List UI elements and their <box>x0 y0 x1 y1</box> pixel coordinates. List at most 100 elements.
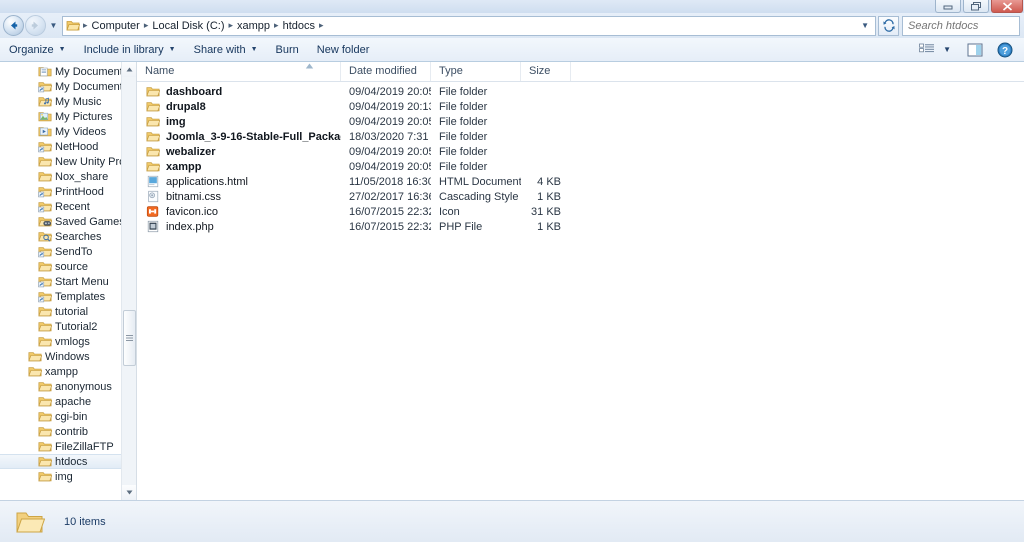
column-header-spacer[interactable] <box>571 62 601 81</box>
tree-item-start-menu[interactable]: Start Menu <box>0 274 136 289</box>
tree-item-xampp[interactable]: xampp <box>0 364 136 379</box>
tree-item-filezillaftp[interactable]: FileZillaFTP <box>0 439 136 454</box>
change-view-button[interactable] <box>916 40 938 60</box>
table-row[interactable]: index.php 16/07/2015 22:32 PHP File 1 KB <box>137 219 1024 234</box>
shortcut-folder-icon-wrap <box>38 185 52 198</box>
file-name-cell[interactable]: webalizer <box>137 145 341 158</box>
preview-pane-button[interactable] <box>964 40 986 60</box>
tree-item-label: htdocs <box>55 455 88 468</box>
folder-icon-wrap <box>38 455 52 468</box>
file-name-cell[interactable]: index.php <box>137 220 341 233</box>
tree-item-new-unity-projec[interactable]: New Unity Projec <box>0 154 136 169</box>
address-dropdown-button[interactable]: ▼ <box>855 21 875 30</box>
breadcrumb-item-xampp[interactable]: xampp <box>234 20 273 32</box>
tree-item-label: Searches <box>55 230 102 243</box>
file-name-cell[interactable]: img <box>137 115 341 128</box>
file-name-cell[interactable]: drupal8 <box>137 100 341 113</box>
column-header-type[interactable]: Type <box>431 62 521 81</box>
restore-button[interactable] <box>963 0 989 13</box>
folder-tree[interactable]: My Documents My Documents My Music My Pictu… <box>0 62 136 484</box>
file-name-cell[interactable]: Joomla_3-9-16-Stable-Full_Package <box>137 130 341 143</box>
file-name-cell[interactable]: bitnami.css <box>137 190 341 203</box>
shortcut-folder-icon-wrap <box>38 275 52 288</box>
tree-item-tutorial2[interactable]: Tutorial2 <box>0 319 136 334</box>
tree-item-saved-games[interactable]: Saved Games <box>0 214 136 229</box>
file-rows[interactable]: dashboard 09/04/2019 20:05 File folder drup… <box>137 82 1024 234</box>
folder-icon <box>146 132 160 142</box>
tree-item-label: Recent <box>55 200 90 213</box>
navigation-buttons: ▼ <box>3 15 60 36</box>
column-header-size[interactable]: Size <box>521 62 571 81</box>
search-box[interactable] <box>902 15 1024 36</box>
file-name-cell[interactable]: dashboard <box>137 85 341 98</box>
tree-item-templates[interactable]: Templates <box>0 289 136 304</box>
table-row[interactable]: xampp 09/04/2019 20:05 File folder <box>137 159 1024 174</box>
breadcrumb-item-local-disk[interactable]: Local Disk (C:) <box>149 20 227 32</box>
tree-item-source[interactable]: source <box>0 259 136 274</box>
file-name-cell[interactable]: applications.html <box>137 175 341 188</box>
share-with-button[interactable]: Share with ▼ <box>185 39 267 61</box>
tree-item-label: Start Menu <box>55 275 109 288</box>
tree-item-apache[interactable]: apache <box>0 394 136 409</box>
tree-item-label: Saved Games <box>55 215 125 228</box>
tree-item-printhood[interactable]: PrintHood <box>0 184 136 199</box>
tree-item-nox-share[interactable]: Nox_share <box>0 169 136 184</box>
tree-item-htdocs[interactable]: htdocs <box>0 454 136 469</box>
back-button[interactable] <box>3 15 24 36</box>
breadcrumb-item-computer[interactable]: Computer <box>89 20 143 32</box>
tree-item-my-documents[interactable]: My Documents <box>0 79 136 94</box>
tree-item-my-videos[interactable]: My Videos <box>0 124 136 139</box>
breadcrumb-item-htdocs[interactable]: htdocs <box>280 20 318 32</box>
navigation-pane-scrollbar[interactable] <box>121 62 136 500</box>
tree-item-my-music[interactable]: My Music <box>0 94 136 109</box>
refresh-button[interactable] <box>878 15 899 36</box>
table-row[interactable]: webalizer 09/04/2019 20:05 File folder <box>137 144 1024 159</box>
tree-item-nethood[interactable]: NetHood <box>0 139 136 154</box>
new-folder-button[interactable]: New folder <box>308 39 379 61</box>
table-row[interactable]: dashboard 09/04/2019 20:05 File folder <box>137 84 1024 99</box>
table-row[interactable]: drupal8 09/04/2019 20:13 File folder <box>137 99 1024 114</box>
search-input[interactable] <box>903 18 1024 33</box>
tree-item-cgi-bin[interactable]: cgi-bin <box>0 409 136 424</box>
view-dropdown-button[interactable]: ▼ <box>940 40 954 60</box>
tree-item-anonymous[interactable]: anonymous <box>0 379 136 394</box>
organize-label: Organize <box>9 43 54 56</box>
table-row[interactable]: applications.html 11/05/2018 16:30 HTML Do… <box>137 174 1024 189</box>
breadcrumb-separator[interactable]: ▸ <box>318 20 325 31</box>
forward-button[interactable] <box>25 15 46 36</box>
tree-item-searches[interactable]: Searches <box>0 229 136 244</box>
tree-item-windows[interactable]: Windows <box>0 349 136 364</box>
help-button[interactable]: ? <box>994 40 1016 60</box>
table-row[interactable]: favicon.ico 16/07/2015 22:32 Icon 31 KB <box>137 204 1024 219</box>
tree-item-my-documents[interactable]: My Documents <box>0 64 136 79</box>
tree-item-sendto[interactable]: SendTo <box>0 244 136 259</box>
scroll-up-button[interactable] <box>122 62 136 77</box>
tree-item-img[interactable]: img <box>0 469 136 484</box>
videos-folder-icon <box>38 127 52 137</box>
tree-item-contrib[interactable]: contrib <box>0 424 136 439</box>
folder-icon-wrap <box>28 365 42 378</box>
organize-button[interactable]: Organize ▼ <box>0 39 75 61</box>
file-name-cell[interactable]: favicon.ico <box>137 205 341 218</box>
scrollbar-thumb[interactable] <box>123 310 136 366</box>
table-row[interactable]: img 09/04/2019 20:05 File folder <box>137 114 1024 129</box>
table-row[interactable]: bitnami.css 27/02/2017 16:36 Cascading Sty… <box>137 189 1024 204</box>
column-header-name[interactable]: Name <box>137 62 341 81</box>
breadcrumb-bar[interactable]: ▸ Computer ▸ Local Disk (C:) ▸ xampp ▸ h… <box>62 15 876 36</box>
tree-item-recent[interactable]: Recent <box>0 199 136 214</box>
column-header-date-modified[interactable]: Date modified <box>341 62 431 81</box>
recent-pages-button[interactable]: ▼ <box>47 15 60 36</box>
shortcut-folder-icon <box>38 247 52 258</box>
shortcut-folder-icon-wrap <box>38 200 52 213</box>
scroll-down-button[interactable] <box>122 485 136 500</box>
burn-button[interactable]: Burn <box>267 39 308 61</box>
include-in-library-button[interactable]: Include in library ▼ <box>75 39 185 61</box>
file-name-cell[interactable]: xampp <box>137 160 341 173</box>
close-button[interactable] <box>991 0 1023 13</box>
table-row[interactable]: Joomla_3-9-16-Stable-Full_Package 18/03/2… <box>137 129 1024 144</box>
tree-item-vmlogs[interactable]: vmlogs <box>0 334 136 349</box>
tree-item-tutorial[interactable]: tutorial <box>0 304 136 319</box>
tree-item-my-pictures[interactable]: My Pictures <box>0 109 136 124</box>
minimize-button[interactable] <box>935 0 961 13</box>
burn-label: Burn <box>275 43 299 56</box>
